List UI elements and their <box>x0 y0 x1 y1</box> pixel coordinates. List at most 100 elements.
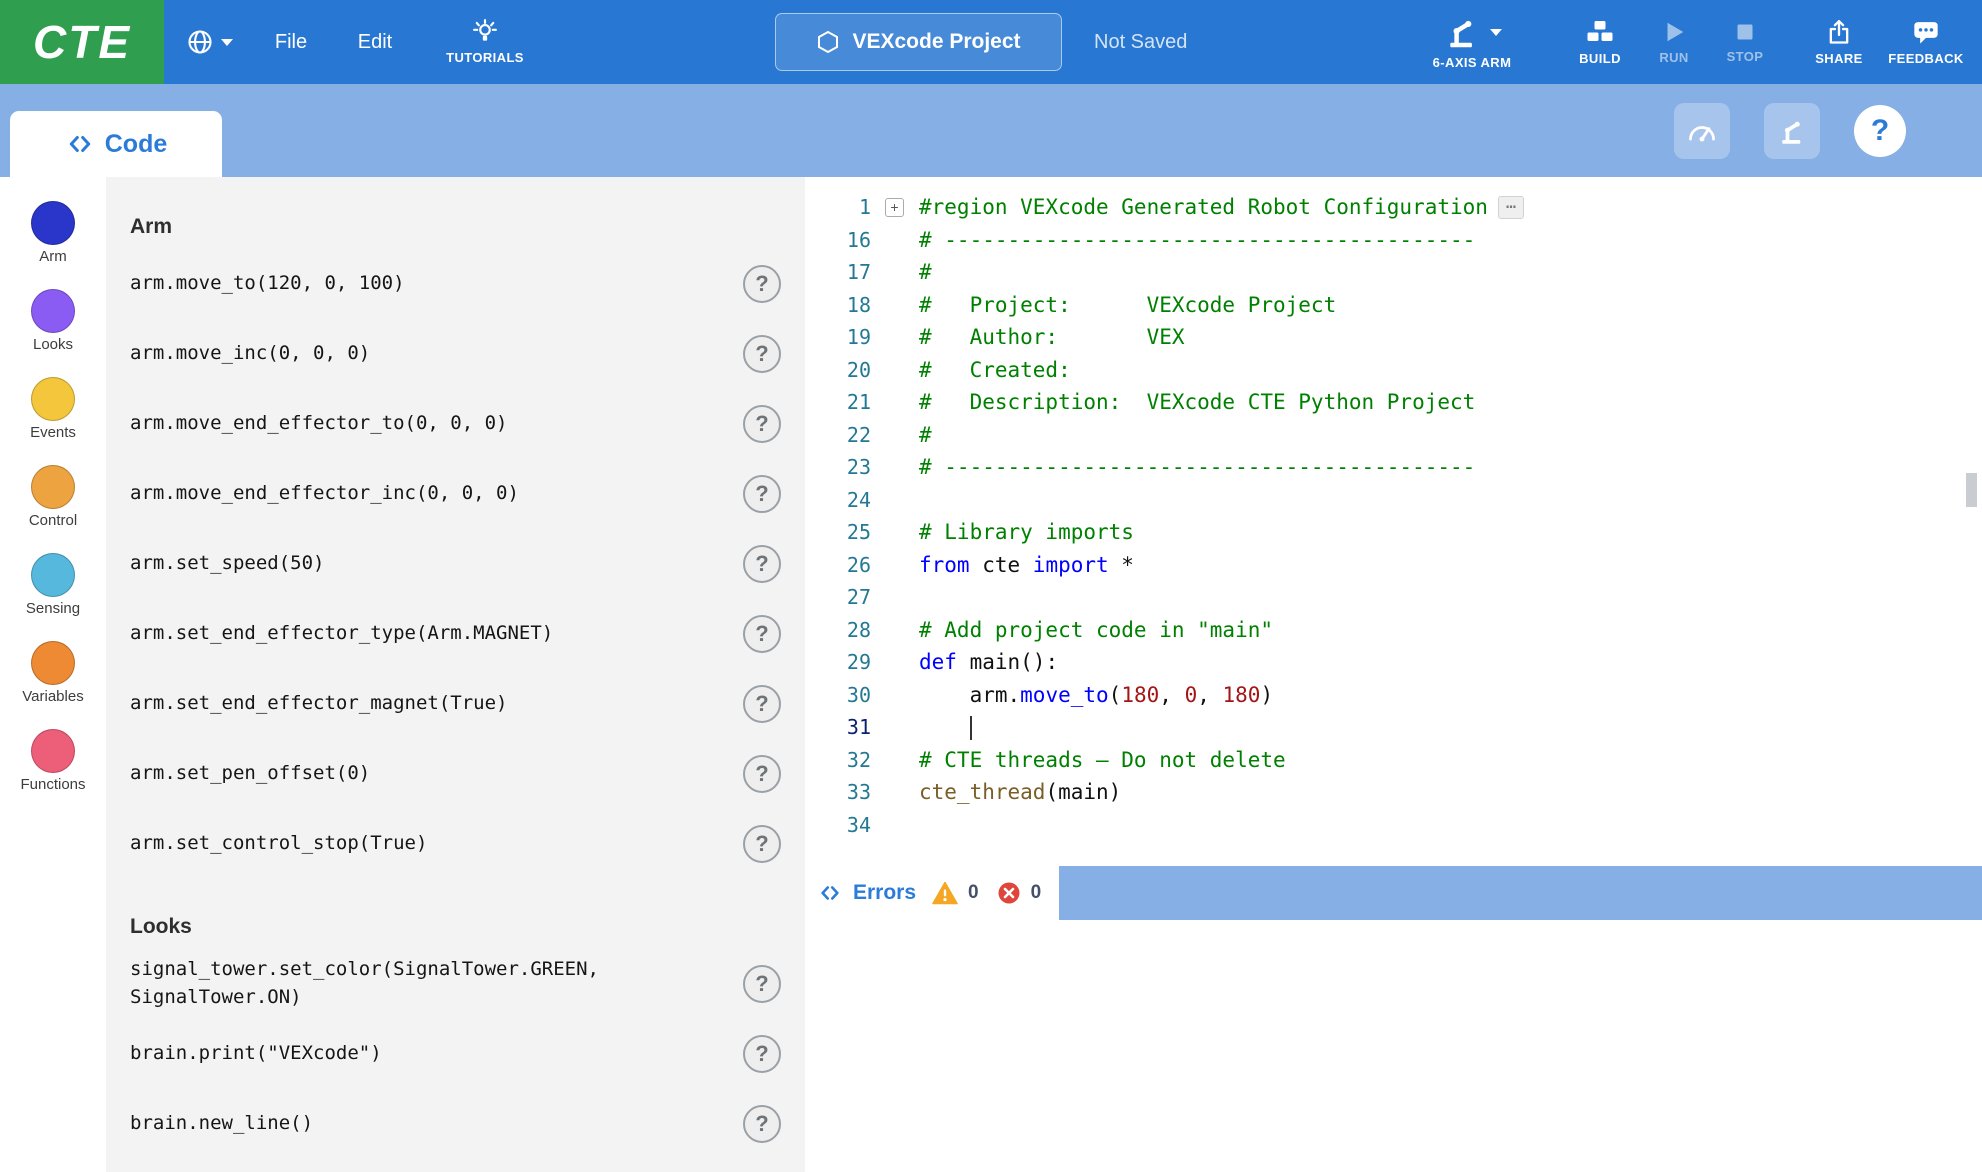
robot-arm-icon <box>1776 116 1808 146</box>
command-item[interactable]: arm.set_control_stop(True)? <box>106 809 805 879</box>
build-button[interactable]: BUILD <box>1568 0 1632 84</box>
category-events[interactable]: Events <box>0 377 106 465</box>
command-help-button[interactable]: ? <box>743 265 781 303</box>
code-text: def main(): <box>919 646 1058 679</box>
command-item[interactable]: arm.set_pen_offset(0)? <box>106 739 805 809</box>
device-selector[interactable]: 6-AXIS ARM <box>1404 0 1540 84</box>
category-label: Control <box>29 512 77 529</box>
category-sensing[interactable]: Sensing <box>0 553 106 641</box>
fold-gutter <box>871 516 919 549</box>
monitor-dashboard-button[interactable] <box>1674 103 1730 159</box>
category-functions[interactable]: Functions <box>0 729 106 817</box>
language-menu[interactable] <box>176 0 242 84</box>
warning-count: 0 <box>968 882 979 904</box>
line-number: 32 <box>805 744 871 777</box>
category-arm[interactable]: Arm <box>0 201 106 289</box>
category-dot[interactable] <box>31 377 75 421</box>
command-text[interactable]: arm.set_end_effector_magnet(True) <box>130 690 508 718</box>
command-text[interactable]: arm.move_end_effector_to(0, 0, 0) <box>130 410 508 438</box>
help-button[interactable]: ? <box>1854 105 1906 157</box>
command-text[interactable]: arm.move_to(120, 0, 100) <box>130 270 405 298</box>
code-text: # Description: VEXcode CTE Python Projec… <box>919 386 1475 419</box>
command-help-button[interactable]: ? <box>743 755 781 793</box>
menu-edit[interactable]: Edit <box>340 0 410 84</box>
top-bar: CTE File Edit TUTORIALS <box>0 0 1982 84</box>
save-status: Not Saved <box>1094 0 1187 84</box>
feedback-button[interactable]: FEEDBACK <box>1884 0 1968 84</box>
command-item[interactable]: brain.print("VEXcode")? <box>106 1019 805 1089</box>
category-dot[interactable] <box>31 553 75 597</box>
command-item[interactable]: arm.move_to(120, 0, 100)? <box>106 249 805 319</box>
category-variables[interactable]: Variables <box>0 641 106 729</box>
code-text: # Project: VEXcode Project <box>919 289 1336 322</box>
code-text: # Author: VEX <box>919 321 1185 354</box>
command-help-button[interactable]: ? <box>743 1105 781 1143</box>
command-help-button[interactable]: ? <box>743 335 781 373</box>
command-item[interactable]: brain.new_line()? <box>106 1089 805 1159</box>
stop-button[interactable]: STOP <box>1717 0 1773 84</box>
command-item[interactable]: arm.move_inc(0, 0, 0)? <box>106 319 805 389</box>
command-item[interactable]: arm.set_speed(50)? <box>106 529 805 599</box>
code-line: 31 <box>805 711 1982 744</box>
line-number: 31 <box>805 711 871 744</box>
editor-scrollbar[interactable] <box>1966 473 1977 507</box>
command-text[interactable]: signal_tower.set_color(SignalTower.GREEN… <box>130 956 690 1011</box>
command-text[interactable]: arm.set_speed(50) <box>130 550 324 578</box>
fold-gutter <box>871 224 919 257</box>
command-text[interactable]: arm.set_end_effector_type(Arm.MAGNET) <box>130 620 553 648</box>
command-text[interactable]: brain.print("VEXcode") <box>130 1040 382 1068</box>
category-control[interactable]: Control <box>0 465 106 553</box>
code-line: 21# Description: VEXcode CTE Python Proj… <box>805 386 1982 419</box>
errors-tab-label: Errors <box>853 881 916 905</box>
command-item[interactable]: arm.move_end_effector_inc(0, 0, 0)? <box>106 459 805 529</box>
command-help-button[interactable]: ? <box>743 965 781 1003</box>
code-line: 26from cte import * <box>805 549 1982 582</box>
category-dot[interactable] <box>31 641 75 685</box>
tab-errors[interactable]: Errors 0 0 <box>805 866 1059 920</box>
project-title-box[interactable]: VEXcode Project <box>775 13 1062 71</box>
editor-pane[interactable]: 1+#region VEXcode Generated Robot Config… <box>805 177 1982 1172</box>
code-brackets-icon <box>65 131 95 157</box>
command-help-button[interactable]: ? <box>743 685 781 723</box>
command-help-button[interactable]: ? <box>743 405 781 443</box>
category-dot[interactable] <box>31 201 75 245</box>
command-text[interactable]: arm.set_pen_offset(0) <box>130 760 370 788</box>
robot-config-button[interactable] <box>1764 103 1820 159</box>
command-help-button[interactable]: ? <box>743 475 781 513</box>
category-dot[interactable] <box>31 729 75 773</box>
command-item[interactable]: arm.set_end_effector_type(Arm.MAGNET)? <box>106 599 805 669</box>
fold-gutter <box>871 614 919 647</box>
category-dot[interactable] <box>31 289 75 333</box>
code-line: 23# ------------------------------------… <box>805 451 1982 484</box>
command-item[interactable]: signal_tower.set_color(SignalTower.GREEN… <box>106 949 805 1019</box>
fold-gutter <box>871 321 919 354</box>
command-help-button[interactable]: ? <box>743 545 781 583</box>
folded-region-marker[interactable]: ⋯ <box>1498 196 1524 219</box>
share-button[interactable]: SHARE <box>1806 0 1872 84</box>
category-label: Arm <box>39 248 67 265</box>
cte-logo: CTE <box>0 0 164 84</box>
code-line: 24 <box>805 484 1982 517</box>
category-dot[interactable] <box>31 465 75 509</box>
command-text[interactable]: arm.move_end_effector_inc(0, 0, 0) <box>130 480 519 508</box>
code-lines[interactable]: 1+#region VEXcode Generated Robot Config… <box>805 177 1982 866</box>
tab-code[interactable]: Code <box>10 111 222 177</box>
code-line: 17# <box>805 256 1982 289</box>
line-number: 30 <box>805 679 871 712</box>
fold-toggle[interactable]: + <box>885 198 904 217</box>
command-text[interactable]: arm.move_inc(0, 0, 0) <box>130 340 370 368</box>
speech-bubble-icon <box>1912 18 1940 46</box>
command-text[interactable]: arm.set_control_stop(True) <box>130 830 427 858</box>
command-item[interactable]: arm.move_end_effector_to(0, 0, 0)? <box>106 389 805 459</box>
command-help-button[interactable]: ? <box>743 1035 781 1073</box>
line-number: 16 <box>805 224 871 257</box>
command-text[interactable]: brain.new_line() <box>130 1110 313 1138</box>
category-looks[interactable]: Looks <box>0 289 106 377</box>
command-item[interactable]: arm.set_end_effector_magnet(True)? <box>106 669 805 739</box>
menu-file[interactable]: File <box>256 0 326 84</box>
line-number: 28 <box>805 614 871 647</box>
run-button[interactable]: RUN <box>1646 0 1702 84</box>
command-help-button[interactable]: ? <box>743 825 781 863</box>
command-help-button[interactable]: ? <box>743 615 781 653</box>
tutorials-button[interactable]: TUTORIALS <box>430 0 540 84</box>
